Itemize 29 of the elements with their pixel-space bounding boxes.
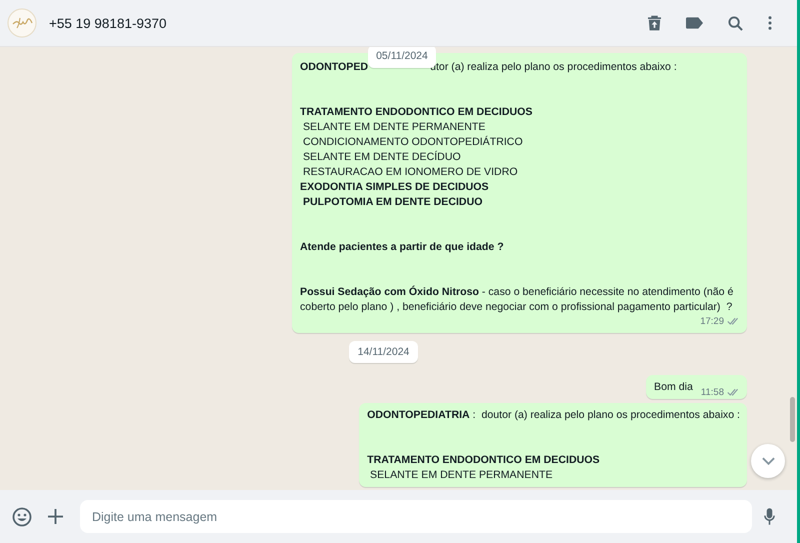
message-text: RESTAURACAO EM IONOMERO DE VIDRO [302,166,518,178]
emoji-icon[interactable] [12,506,32,526]
message-text: SELANTE EM DENTE PERMANENTE [369,469,553,481]
menu-icon[interactable] [768,16,772,30]
message-text: TRATAMENTO ENDODONTICO EM DECIDUOS [300,106,532,118]
message-text: CONDICIONAMENTO ODONTOPEDIÁTRICO [302,136,523,148]
message-text: Atende pacientes a partir de que idade ? [300,241,504,253]
message-time: 11:58 [700,386,724,400]
message-input[interactable]: Digite uma mensagem [80,500,752,533]
date-chip: 14/11/2024 [348,341,418,363]
message-text: EXODONTIA SIMPLES DE DECIDUOS [300,181,489,193]
microphone-icon[interactable] [764,508,775,525]
message-text: TRATAMENTO ENDODONTICO EM DECIDUOS [367,454,600,466]
message-time: 17:29 [700,315,724,329]
label-icon[interactable] [686,17,703,29]
scrollbar[interactable] [790,397,795,442]
contact-name[interactable]: +55 19 98181-9370 [49,16,166,30]
delete-icon[interactable] [648,15,661,31]
plus-icon[interactable] [48,509,63,524]
message-text: SELANTE EM DENTE DECÍDUO [302,151,461,163]
message-text: Bom dia [654,381,693,393]
message-text: ODONTOPEDIATRIA : doutor (a) realiza pelo plano os procedimentos abaixo : [367,409,740,421]
chevron-down-icon [762,457,774,465]
message-text: PULPOTOMIA EM DENTE DECIDUO [302,196,482,208]
message-text: SELANTE EM DENTE PERMANENTE [302,121,486,133]
search-icon[interactable] [728,16,743,30]
message-text: ODONTOPED [300,61,368,73]
message-text: Possui Sedação com Óxido Nitroso - caso o beneficiário necessite no atendimento (não é coberto pelo plano ) , beneficiário deve negociar com o profissional pagamento particular) ? [300,286,734,313]
message-text: utor (a) realiza pelo plano os procedimentos abaixo : [430,61,677,73]
